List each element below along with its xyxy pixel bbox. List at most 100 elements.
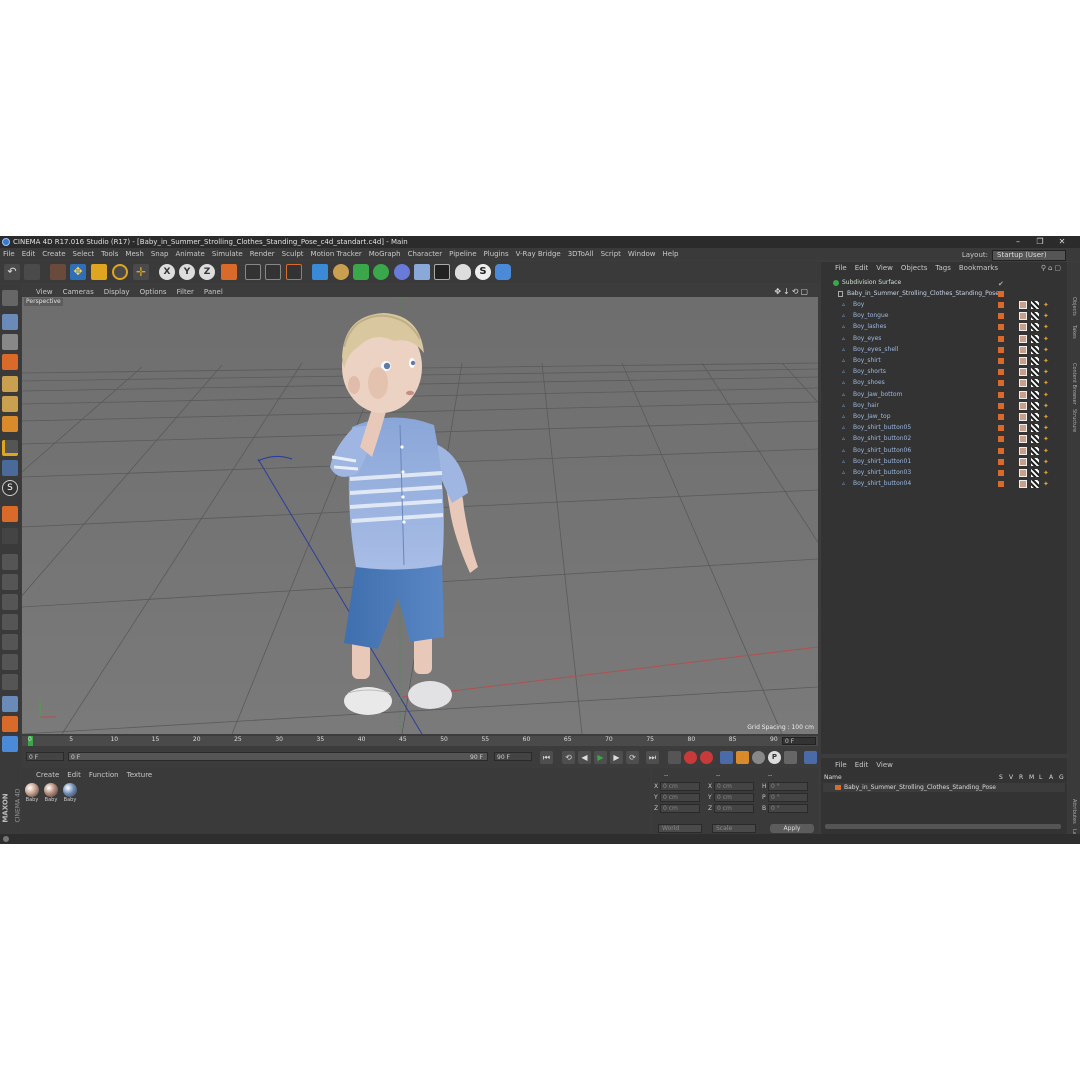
menu-item-render[interactable]: Render bbox=[250, 248, 275, 260]
material-tag-icon[interactable] bbox=[1019, 345, 1027, 354]
visibility-check-icon[interactable]: ✔ bbox=[998, 279, 1004, 289]
previous-key-icon[interactable]: ⟲ bbox=[562, 751, 575, 764]
key-parameter-icon[interactable]: P bbox=[768, 751, 781, 764]
viewport-menu-display[interactable]: Display bbox=[104, 287, 130, 297]
grab-icon[interactable] bbox=[2, 654, 18, 670]
current-frame-field[interactable]: 0 F bbox=[782, 737, 816, 745]
coord-position-field[interactable]: 0 cm bbox=[660, 793, 700, 802]
key-pla-icon[interactable] bbox=[784, 751, 797, 764]
keyframe-selection-icon[interactable] bbox=[668, 751, 681, 764]
material-tag-icon[interactable] bbox=[1019, 446, 1027, 455]
menu-item-v-ray-bridge[interactable]: V-Ray Bridge bbox=[516, 248, 561, 260]
object-menu-bookmarks[interactable]: Bookmarks bbox=[959, 264, 998, 272]
menu-item-simulate[interactable]: Simulate bbox=[212, 248, 243, 260]
attr-scrollbar[interactable] bbox=[825, 824, 1061, 829]
menu-item-pipeline[interactable]: Pipeline bbox=[449, 248, 476, 260]
range-slider[interactable]: 0 F 90 F bbox=[68, 752, 488, 761]
material-tag-icon[interactable] bbox=[1019, 357, 1027, 365]
menu-item-window[interactable]: Window bbox=[628, 248, 656, 260]
object-row[interactable]: ▵ Boy_eyes_shell ✦ bbox=[821, 345, 1067, 355]
autokey-icon[interactable] bbox=[700, 751, 713, 764]
attr-menu-edit[interactable]: Edit bbox=[855, 761, 869, 769]
material-tag-icon[interactable] bbox=[1019, 312, 1027, 321]
phong-tag-icon[interactable]: ✦ bbox=[1043, 346, 1051, 354]
magnet-icon[interactable] bbox=[2, 506, 18, 522]
side-tab-attributes[interactable]: Attributes bbox=[1071, 799, 1077, 824]
material-menu-edit[interactable]: Edit bbox=[67, 771, 81, 779]
texture-tag-icon[interactable] bbox=[1031, 345, 1039, 354]
menu-item-create[interactable]: Create bbox=[42, 248, 65, 260]
object-menu-file[interactable]: File bbox=[835, 264, 847, 272]
x-axis-icon[interactable]: X bbox=[159, 264, 175, 280]
go-to-start-icon[interactable]: ⏮ bbox=[540, 751, 553, 764]
coord-rotation-field[interactable]: 0 ° bbox=[768, 804, 808, 813]
object-menu-objects[interactable]: Objects bbox=[901, 264, 927, 272]
texture-tag-icon[interactable] bbox=[1031, 368, 1039, 377]
phong-tag-icon[interactable]: ✦ bbox=[1043, 480, 1051, 488]
python-script-icon[interactable] bbox=[2, 736, 18, 752]
phong-tag-icon[interactable]: ✦ bbox=[1043, 413, 1051, 421]
attr-menu-file[interactable]: File bbox=[835, 761, 847, 769]
phong-tag-icon[interactable]: ✦ bbox=[1043, 469, 1051, 477]
start-frame-field[interactable]: 0 F bbox=[26, 752, 64, 761]
texture-tag-icon[interactable] bbox=[1031, 401, 1039, 410]
texture-tag-icon[interactable] bbox=[1031, 469, 1039, 477]
texture-tag-icon[interactable] bbox=[1031, 334, 1039, 343]
viewport-nav-icon[interactable]: ✥↓⟲▢ bbox=[774, 287, 810, 297]
phong-tag-icon[interactable]: ✦ bbox=[1043, 447, 1051, 455]
texture-tag-icon[interactable] bbox=[1031, 357, 1039, 365]
object-row[interactable]: ▵ Boy_Jaw_top ✦ bbox=[821, 412, 1067, 422]
timeline-ruler[interactable]: 0 5 10 15 20 25 30 35 40 45 50 55 60 65 70 75 80 85 90 0 F bbox=[22, 736, 818, 746]
z-axis-icon[interactable]: Z bbox=[199, 264, 215, 280]
timeline-track[interactable]: 0 5 10 15 20 25 30 35 40 45 50 55 60 65 70 75 80 85 90 bbox=[22, 736, 780, 746]
phong-tag-icon[interactable]: ✦ bbox=[1043, 335, 1051, 343]
viewport-menu-filter[interactable]: Filter bbox=[177, 287, 194, 297]
texture-tag-icon[interactable] bbox=[1031, 390, 1039, 399]
play-icon[interactable]: ▶ bbox=[594, 751, 607, 764]
phong-tag-icon[interactable]: ✦ bbox=[1043, 368, 1051, 376]
model-mode-icon[interactable] bbox=[2, 314, 18, 330]
object-menu-tags[interactable]: Tags bbox=[935, 264, 951, 272]
object-row[interactable]: ▵ Boy_shorts ✦ bbox=[821, 367, 1067, 377]
axis-mode-icon[interactable] bbox=[2, 440, 18, 456]
brush-icon[interactable] bbox=[2, 554, 18, 570]
object-row-root[interactable]: Subdivision Surface ✔ bbox=[821, 278, 1067, 288]
snap-icon[interactable]: S bbox=[2, 480, 18, 496]
key-rotation-icon[interactable] bbox=[752, 751, 765, 764]
object-menu-edit[interactable]: Edit bbox=[855, 264, 869, 272]
coord-position-field[interactable]: 0 cm bbox=[660, 804, 700, 813]
object-row[interactable]: ▵ Boy_shirt_button03 ✦ bbox=[821, 468, 1067, 478]
texture-tag-icon[interactable] bbox=[1031, 446, 1039, 455]
edges-mode-icon[interactable] bbox=[2, 396, 18, 412]
menu-item-select[interactable]: Select bbox=[73, 248, 95, 260]
viewport-menu-cameras[interactable]: Cameras bbox=[63, 287, 94, 297]
smooth-icon[interactable] bbox=[2, 594, 18, 610]
material-menu-function[interactable]: Function bbox=[89, 771, 119, 779]
points-mode-icon[interactable] bbox=[2, 376, 18, 392]
material-tag-icon[interactable] bbox=[1019, 424, 1027, 433]
material-tag-icon[interactable] bbox=[1019, 457, 1027, 466]
material-swatch[interactable]: Baby bbox=[24, 783, 40, 803]
menu-item-mograph[interactable]: MoGraph bbox=[369, 248, 401, 260]
menu-item-sculpt[interactable]: Sculpt bbox=[282, 248, 304, 260]
phong-tag-icon[interactable]: ✦ bbox=[1043, 312, 1051, 320]
material-tag-icon[interactable] bbox=[1019, 390, 1027, 399]
apply-button[interactable]: Apply bbox=[770, 824, 814, 833]
side-tab-structure[interactable]: Structure bbox=[1071, 409, 1077, 432]
s-plugin-icon[interactable]: S bbox=[475, 264, 491, 280]
object-manager-search-icon[interactable]: ⚲⌂▢ bbox=[1041, 264, 1063, 272]
texture-tag-icon[interactable] bbox=[1031, 312, 1039, 321]
make-editable-icon[interactable] bbox=[2, 290, 18, 306]
attr-row[interactable]: Baby_in_Summer_Strolling_Clothes_Standin… bbox=[823, 783, 1065, 792]
undo-icon[interactable]: ↶ bbox=[4, 264, 20, 280]
menu-item-tools[interactable]: Tools bbox=[101, 248, 118, 260]
go-to-end-icon[interactable]: ⏭ bbox=[646, 751, 659, 764]
render-picture-viewer-icon[interactable] bbox=[265, 264, 281, 280]
side-tab-takes[interactable]: Takes bbox=[1071, 325, 1077, 339]
next-key-icon[interactable]: ⟳ bbox=[626, 751, 639, 764]
cube-primitive-icon[interactable] bbox=[312, 264, 328, 280]
maximize-button[interactable]: ❐ bbox=[1030, 236, 1050, 248]
phong-tag-icon[interactable]: ✦ bbox=[1043, 323, 1051, 331]
object-row[interactable]: ▵ Boy_tongue ✦ bbox=[821, 311, 1067, 321]
side-tab-content-browser[interactable]: Content Browser bbox=[1071, 363, 1077, 405]
